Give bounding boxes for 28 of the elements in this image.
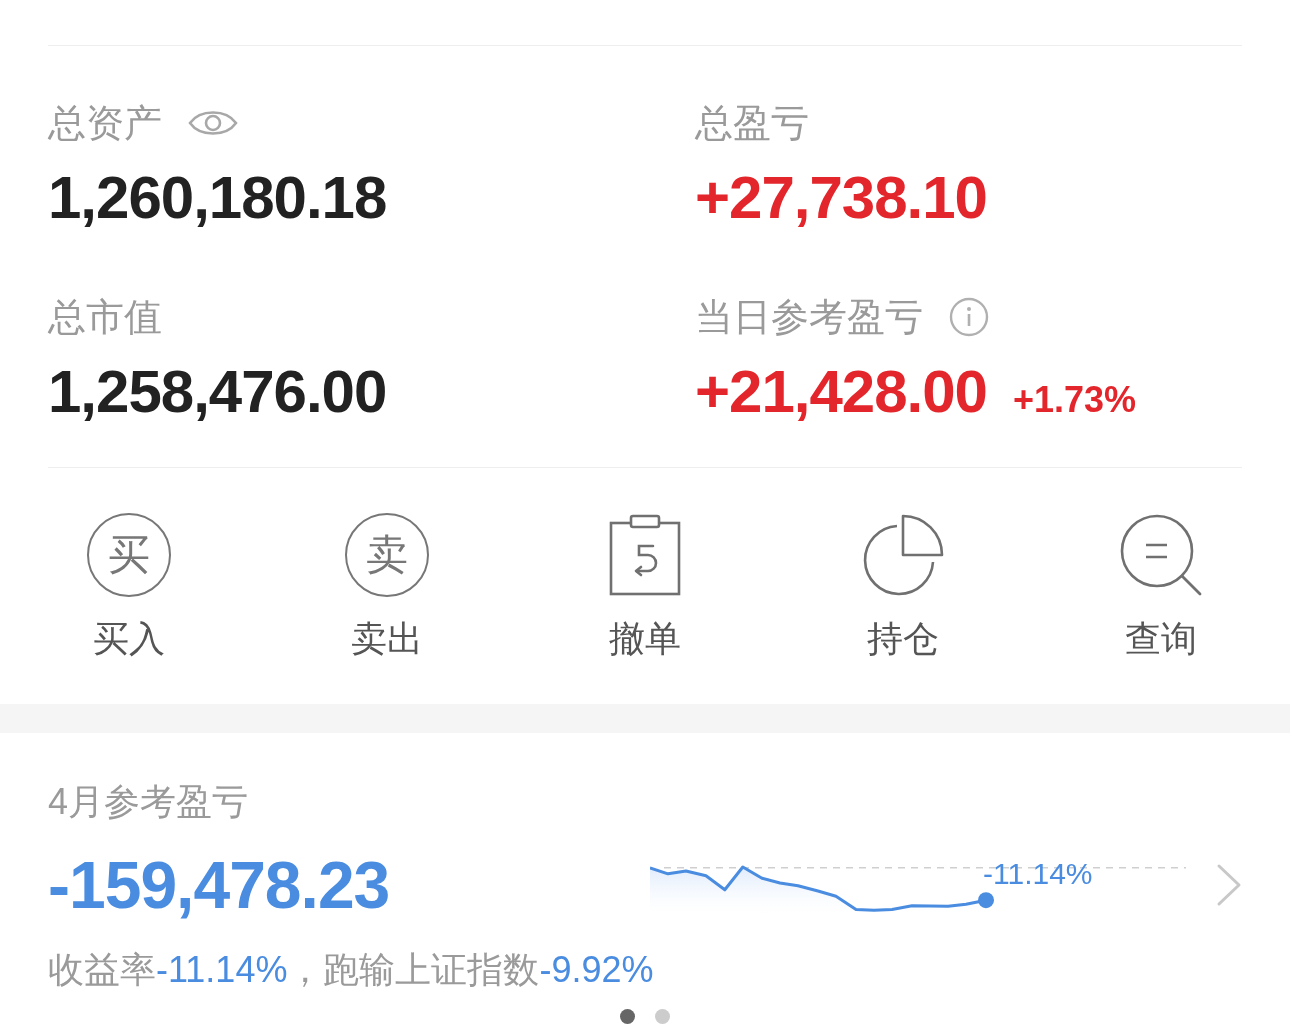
search-icon bbox=[1119, 513, 1203, 597]
query-button[interactable]: 查询 bbox=[1119, 512, 1203, 661]
stat-value: 1,258,476.00 bbox=[48, 360, 387, 424]
page-indicator-dot[interactable] bbox=[620, 1009, 635, 1024]
stat-label: 总资产 bbox=[48, 101, 162, 145]
stat-label: 总市值 bbox=[48, 295, 162, 339]
stat-value: 1,260,180.18 bbox=[48, 166, 387, 230]
pie-chart-icon bbox=[861, 513, 945, 597]
stat-value: +27,738.10 bbox=[695, 166, 987, 230]
return-summary-text: 收益率-11.14%，跑输上证指数-9.92% bbox=[48, 948, 654, 992]
circled-character-icon: 买 bbox=[87, 513, 171, 597]
info-icon[interactable] bbox=[949, 297, 989, 337]
monthly-profit-value: -159,478.23 bbox=[48, 848, 390, 922]
circled-character-icon: 卖 bbox=[345, 513, 429, 597]
clipboard-icon bbox=[609, 514, 681, 596]
end-point-icon bbox=[978, 891, 994, 908]
stat-value: +21,428.00 bbox=[695, 360, 987, 424]
sell-button[interactable]: 卖 卖出 bbox=[345, 512, 429, 661]
return-rate-label: -11.14% bbox=[983, 856, 1093, 891]
section-title: 4月参考盈亏 bbox=[48, 780, 249, 824]
stat-label: 当日参考盈亏 bbox=[695, 295, 923, 339]
chevron-right-icon[interactable] bbox=[1216, 863, 1242, 907]
buy-button[interactable]: 买 买入 bbox=[87, 512, 171, 661]
stat-label: 总盈亏 bbox=[695, 101, 809, 145]
cancel-order-button[interactable]: 撤单 bbox=[609, 512, 681, 661]
holdings-button[interactable]: 持仓 bbox=[861, 512, 945, 661]
percent-change: +1.73% bbox=[1012, 380, 1137, 420]
page-indicator-dot[interactable] bbox=[655, 1009, 670, 1024]
